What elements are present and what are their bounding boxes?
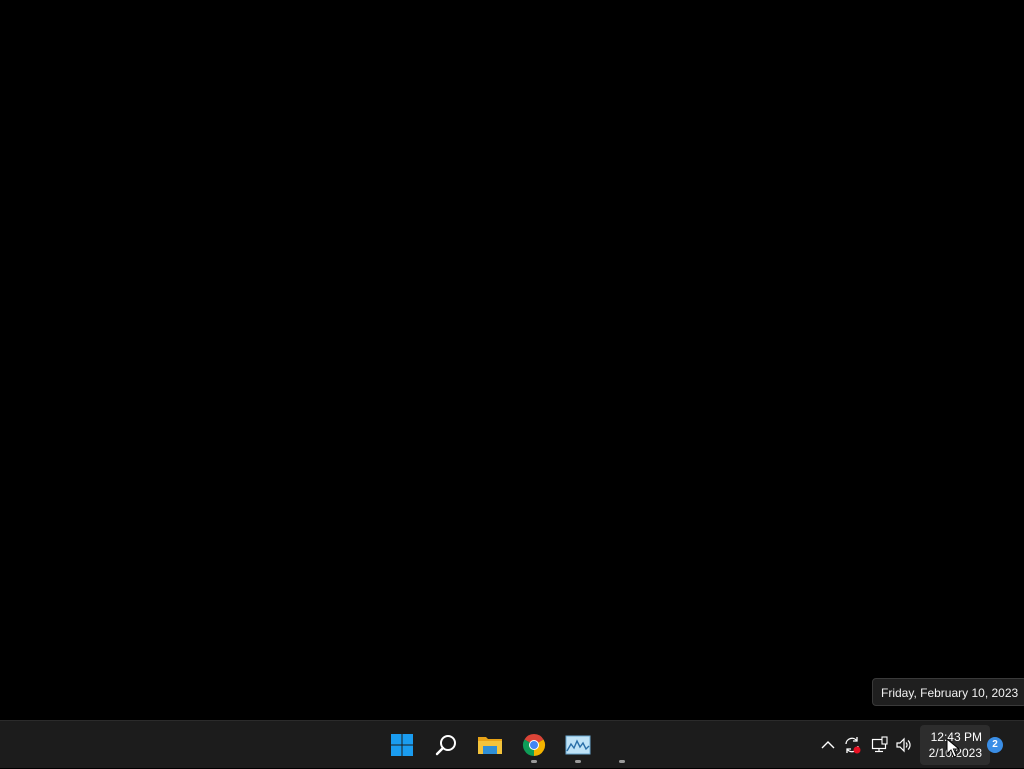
folder-icon xyxy=(478,737,502,754)
desktop-background xyxy=(0,0,1024,720)
volume-tray-button[interactable] xyxy=(894,721,914,769)
sync-icon xyxy=(845,737,861,754)
taskbar: 12:43 PM 2/10/2023 2 xyxy=(0,720,1024,768)
mouse-cursor-icon xyxy=(946,737,961,763)
running-indicator xyxy=(575,760,581,763)
blank-app-button[interactable] xyxy=(602,725,642,765)
notification-center-button[interactable]: 2 xyxy=(987,737,1003,753)
chrome-button[interactable] xyxy=(514,725,554,765)
image-icon xyxy=(565,735,591,755)
search-icon xyxy=(435,735,456,756)
running-indicator xyxy=(531,760,537,763)
windows-logo-icon xyxy=(391,734,413,756)
sync-tray-button[interactable] xyxy=(842,721,862,769)
chevron-up-icon xyxy=(821,741,835,749)
date-tooltip: Friday, February 10, 2023 xyxy=(872,678,1024,706)
network-icon xyxy=(871,736,888,753)
start-button[interactable] xyxy=(382,725,422,765)
chrome-icon xyxy=(522,734,546,756)
file-explorer-button[interactable] xyxy=(470,725,510,765)
image-viewer-button[interactable] xyxy=(558,725,598,765)
network-tray-button[interactable] xyxy=(870,721,890,769)
search-button[interactable] xyxy=(426,725,466,765)
running-indicator xyxy=(619,760,625,763)
show-hidden-icons-button[interactable] xyxy=(818,721,838,769)
volume-icon xyxy=(896,737,911,753)
